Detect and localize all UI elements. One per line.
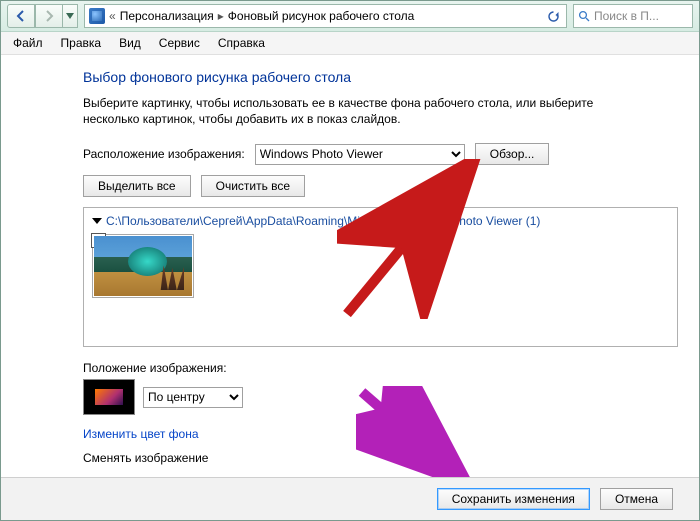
titlebar: « Персонализация ▸ Фоновый рисунок рабоч… (1, 1, 699, 32)
expand-icon (92, 218, 102, 224)
control-panel-icon (89, 8, 105, 24)
back-button[interactable] (7, 4, 35, 28)
wallpaper-thumbnail[interactable]: ✔ (92, 234, 194, 298)
back-icon (15, 10, 27, 22)
menu-edit[interactable]: Правка (53, 34, 110, 52)
change-image-label: Сменять изображение (83, 451, 208, 465)
search-placeholder: Поиск в П... (594, 9, 659, 23)
content: Выбор фонового рисунка рабочего стола Вы… (1, 55, 699, 465)
menu-file[interactable]: Файл (5, 34, 51, 52)
position-preview (83, 379, 135, 415)
menu-view[interactable]: Вид (111, 34, 149, 52)
location-label: Расположение изображения: (83, 147, 245, 161)
menubar: Файл Правка Вид Сервис Справка (1, 32, 699, 55)
clear-all-button[interactable]: Очистить все (201, 175, 305, 197)
breadcrumb-sep: « (109, 9, 116, 23)
location-select[interactable]: Windows Photo Viewer (255, 144, 465, 165)
selection-buttons-row: Выделить все Очистить все (83, 175, 699, 197)
cancel-button[interactable]: Отмена (600, 488, 673, 510)
forward-button[interactable] (35, 4, 63, 28)
location-row: Расположение изображения: Windows Photo … (83, 143, 699, 165)
change-color-link[interactable]: Изменить цвет фона (83, 427, 199, 441)
menu-help[interactable]: Справка (210, 34, 273, 52)
position-block: Положение изображения: По центру (83, 361, 699, 415)
nav-buttons (7, 4, 78, 28)
group-path: C:\Пользователи\Сергей\AppData\Roaming\M… (106, 214, 540, 228)
menu-service[interactable]: Сервис (151, 34, 208, 52)
save-button[interactable]: Сохранить изменения (437, 488, 590, 510)
thumbnail-area: C:\Пользователи\Сергей\AppData\Roaming\M… (83, 207, 678, 347)
page-subtext: Выберите картинку, чтобы использовать ее… (83, 95, 643, 127)
thumbnail-image (94, 236, 192, 296)
chevron-down-icon (66, 13, 74, 19)
refresh-icon (547, 10, 560, 23)
select-all-button[interactable]: Выделить все (83, 175, 191, 197)
search-box[interactable]: Поиск в П... (573, 4, 693, 28)
search-icon (578, 10, 590, 22)
group-header[interactable]: C:\Пользователи\Сергей\AppData\Roaming\M… (92, 214, 669, 228)
page-title: Выбор фонового рисунка рабочего стола (83, 69, 699, 85)
window: « Персонализация ▸ Фоновый рисунок рабоч… (0, 0, 700, 521)
position-select[interactable]: По центру (143, 387, 243, 408)
breadcrumb-personalization[interactable]: Персонализация (120, 9, 214, 23)
breadcrumb-arrow-icon: ▸ (218, 9, 224, 23)
history-dropdown[interactable] (62, 4, 78, 28)
position-label: Положение изображения: (83, 361, 699, 375)
footer: Сохранить изменения Отмена (1, 477, 699, 520)
forward-icon (43, 10, 55, 22)
browse-button[interactable]: Обзор... (475, 143, 550, 165)
address-bar[interactable]: « Персонализация ▸ Фоновый рисунок рабоч… (84, 4, 567, 28)
refresh-button[interactable] (544, 7, 562, 25)
breadcrumb-wallpaper[interactable]: Фоновый рисунок рабочего стола (228, 9, 415, 23)
